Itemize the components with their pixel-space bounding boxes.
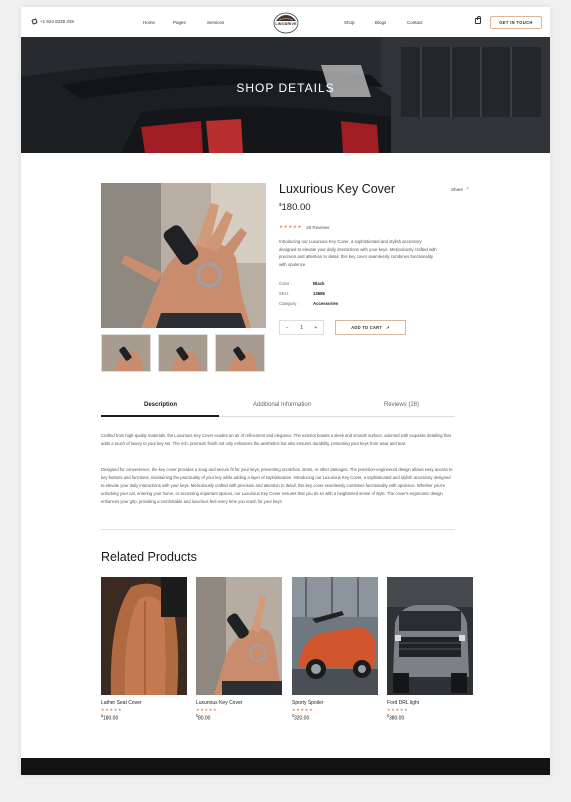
qty-increase-button[interactable]: +	[314, 325, 317, 331]
nav-home[interactable]: Home	[143, 20, 155, 25]
shopping-bag-icon[interactable]	[475, 16, 481, 24]
logo-text: LINODRIVE	[275, 22, 297, 26]
related-products-title: Related Products	[101, 550, 197, 564]
top-navigation: +1 924 8326 339 Home Pages Services LINO…	[21, 7, 550, 37]
product-card[interactable]: Sporty Spoiler ★★★★★ $320.00	[292, 577, 378, 722]
product-card-name[interactable]: Sporty Spoiler	[292, 700, 378, 706]
active-tab-indicator	[101, 415, 219, 417]
reviews-count[interactable]: 28 Reviews	[306, 225, 329, 230]
phone-contact[interactable]: +1 924 8326 339	[31, 18, 74, 25]
product-thumbnail[interactable]	[101, 334, 151, 372]
product-card-name[interactable]: Luxurious Key Cover	[196, 700, 282, 706]
price-value: 380.00	[388, 715, 405, 722]
sporty-spoiler-image	[292, 577, 378, 695]
ford-truck-image	[387, 577, 473, 695]
product-card[interactable]: Luxurious Key Cover ★★★★★ $80.00	[196, 577, 282, 722]
product-card-image[interactable]	[101, 577, 187, 695]
product-thumbnail[interactable]	[215, 334, 265, 372]
meta-category: Category : Accessories	[279, 301, 338, 306]
product-rating: ★★★★★ 28 Reviews	[279, 224, 329, 230]
meta-label: SKU :	[279, 291, 291, 296]
product-short-description: Introducing our Luxurious Key Cover, a s…	[279, 239, 437, 268]
hero-banner: SHOP DETAILS	[21, 37, 550, 153]
meta-value: 13686	[313, 291, 325, 296]
add-to-cart-label: ADD TO CART	[351, 325, 383, 330]
nav-contact[interactable]: Contact	[407, 20, 423, 25]
tab-reviews[interactable]: Reviews (28)	[384, 402, 419, 408]
product-price: $180.00	[279, 202, 311, 213]
product-card-image[interactable]	[292, 577, 378, 695]
qty-value[interactable]: 1	[300, 325, 303, 331]
price-value: 180.00	[102, 715, 119, 722]
page: +1 924 8326 339 Home Pages Services LINO…	[21, 7, 550, 775]
share-icon: ↗	[465, 186, 470, 192]
product-card[interactable]: Lather Seat Cover ★★★★★ $180.00	[101, 577, 187, 722]
product-card-price: $80.00	[196, 714, 282, 722]
nav-shop[interactable]: Shop	[344, 20, 355, 25]
site-logo[interactable]: LINODRIVE	[270, 10, 302, 34]
product-title: Luxurious Key Cover	[279, 182, 396, 196]
product-card-price: $380.00	[387, 714, 473, 722]
meta-value: Black	[313, 281, 325, 286]
share-label: Share	[451, 186, 464, 192]
nav-blogs[interactable]: Blogs	[375, 20, 386, 25]
footer	[21, 758, 550, 775]
tab-additional-information[interactable]: Additional Information	[253, 402, 311, 408]
section-divider	[101, 529, 455, 530]
hand-holding-key-image	[101, 183, 266, 328]
price-value: 80.00	[197, 715, 211, 722]
nav-services[interactable]: Services	[207, 20, 224, 25]
meta-label: Category :	[279, 301, 299, 306]
tab-description[interactable]: Description	[144, 402, 177, 408]
get-in-touch-button[interactable]: GET IN TOUCH	[490, 16, 542, 29]
price-value: 320.00	[293, 715, 310, 722]
rating-stars: ★★★★★	[279, 224, 303, 229]
product-card-name[interactable]: Ford DRL light	[387, 700, 473, 706]
product-card-price: $180.00	[101, 714, 187, 722]
sports-car-image	[21, 37, 550, 153]
product-card-stars: ★★★★★	[292, 707, 314, 712]
product-card-name[interactable]: Lather Seat Cover	[101, 700, 187, 706]
product-card[interactable]: Ford DRL light ★★★★★ $380.00	[387, 577, 473, 722]
product-card-stars: ★★★★★	[101, 707, 123, 712]
product-thumbnail[interactable]	[158, 334, 208, 372]
quantity-stepper: − 1 +	[279, 320, 324, 335]
description-paragraph: Crafted from high-quality materials, the…	[101, 433, 451, 446]
leather-seat-image	[101, 577, 187, 695]
product-card-image[interactable]	[196, 577, 282, 695]
meta-sku: SKU : 13686	[279, 291, 325, 296]
product-card-stars: ★★★★★	[196, 707, 218, 712]
product-tabs: Description Additional Information Revie…	[101, 400, 455, 417]
meta-label: Color :	[279, 281, 292, 286]
share-link[interactable]: Share ↗	[451, 186, 469, 192]
phone-number: +1 924 8326 339	[40, 19, 74, 24]
add-to-cart-button[interactable]: ADD TO CART ↗	[335, 320, 406, 335]
product-main-image[interactable]	[101, 183, 266, 328]
phone-icon	[31, 18, 38, 25]
meta-color: Color : Black	[279, 281, 324, 286]
nav-pages[interactable]: Pages	[173, 20, 186, 25]
description-paragraph: Designed for convenience, the key cover …	[101, 467, 453, 504]
product-card-stars: ★★★★★	[387, 707, 409, 712]
arrow-up-right-icon: ↗	[386, 325, 390, 330]
product-card-price: $320.00	[292, 714, 378, 722]
meta-value[interactable]: Accessories	[313, 301, 338, 306]
product-card-image[interactable]	[387, 577, 473, 695]
key-cover-image	[196, 577, 282, 695]
price-value: 180.00	[281, 202, 311, 214]
page-title: SHOP DETAILS	[236, 81, 335, 95]
qty-decrease-button[interactable]: −	[286, 325, 289, 331]
